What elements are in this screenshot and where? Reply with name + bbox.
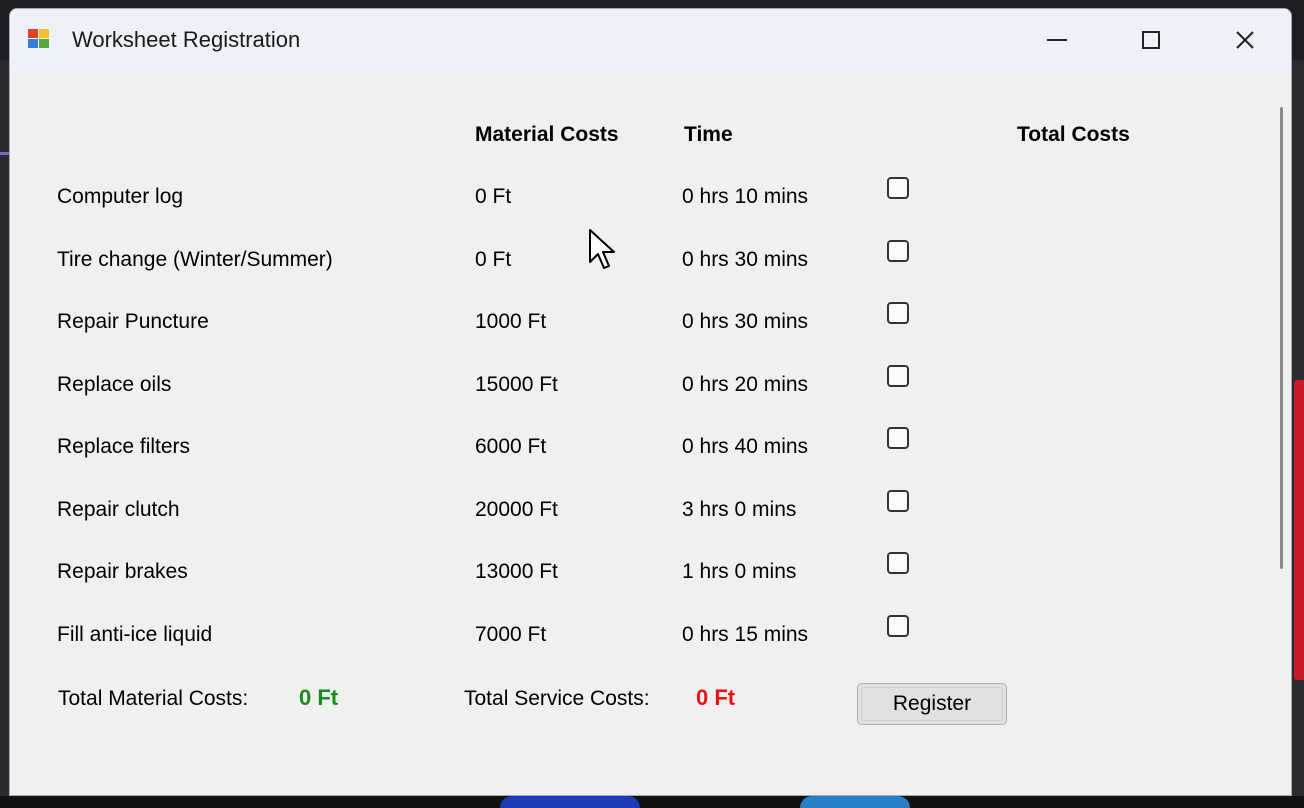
service-time: 0 hrs 20 mins <box>682 373 809 396</box>
service-material-cost: 7000 Ft <box>475 623 547 646</box>
service-name: Repair clutch <box>57 498 180 521</box>
register-button-label: Register <box>892 692 972 715</box>
service-material-cost: 20000 Ft <box>475 498 558 521</box>
window-title: Worksheet Registration <box>72 27 301 52</box>
service-name: Tire change (Winter/Summer) <box>57 248 333 271</box>
background-red-element <box>1294 380 1304 680</box>
service-checkbox[interactable] <box>887 552 909 574</box>
title-bar[interactable]: Worksheet Registration <box>10 9 1291 71</box>
scrollbar-thumb[interactable] <box>1280 107 1283 569</box>
app-form-icon <box>28 29 50 49</box>
minimize-icon <box>1047 39 1067 41</box>
service-name: Replace filters <box>57 435 191 458</box>
service-material-cost: 1000 Ft <box>475 310 547 333</box>
service-time: 3 hrs 0 mins <box>682 498 797 521</box>
service-name: Repair Puncture <box>57 310 209 333</box>
total-service-costs-value: 0 Ft <box>696 685 736 710</box>
service-time: 1 hrs 0 mins <box>682 560 797 583</box>
service-checkbox[interactable] <box>887 240 909 262</box>
worksheet-registration-window: Worksheet Registration Material Costs Ti… <box>9 8 1292 796</box>
service-material-cost: 6000 Ft <box>475 435 547 458</box>
service-checkbox[interactable] <box>887 365 909 387</box>
service-checkbox[interactable] <box>887 177 909 199</box>
service-time: 0 hrs 10 mins <box>682 185 809 208</box>
service-material-cost: 0 Ft <box>475 248 512 271</box>
service-name: Replace oils <box>57 373 172 396</box>
service-time: 0 hrs 30 mins <box>682 248 809 271</box>
header-time: Time <box>684 123 733 146</box>
maximize-icon <box>1142 31 1160 49</box>
service-checkbox[interactable] <box>887 490 909 512</box>
desktop-background: Worksheet Registration Material Costs Ti… <box>0 0 1304 808</box>
total-material-costs-label: Total Material Costs: <box>58 687 249 710</box>
service-time: 0 hrs 15 mins <box>682 623 809 646</box>
minimize-button[interactable] <box>1022 17 1092 63</box>
service-time: 0 hrs 40 mins <box>682 435 809 458</box>
mouse-pointer-icon <box>589 229 615 269</box>
service-name: Computer log <box>57 185 184 208</box>
service-material-cost: 0 Ft <box>475 185 512 208</box>
service-name: Fill anti-ice liquid <box>57 623 213 646</box>
service-name: Repair brakes <box>57 560 188 583</box>
total-material-costs-value: 0 Ft <box>299 685 339 710</box>
total-service-costs-label: Total Service Costs: <box>464 687 650 710</box>
service-material-cost: 13000 Ft <box>475 560 558 583</box>
register-button[interactable]: Register <box>857 683 1007 725</box>
maximize-button[interactable] <box>1116 17 1186 63</box>
background-blue-shape <box>500 796 640 808</box>
background-bottom <box>0 796 1304 808</box>
form-client-area: Material Costs Time Total Costs Computer… <box>10 71 1291 795</box>
service-checkbox[interactable] <box>887 302 909 324</box>
header-material-costs: Material Costs <box>475 123 619 146</box>
service-time: 0 hrs 30 mins <box>682 310 809 333</box>
service-checkbox[interactable] <box>887 615 909 637</box>
header-total-costs: Total Costs <box>1017 123 1130 146</box>
close-button[interactable] <box>1210 17 1280 63</box>
close-icon <box>1236 31 1254 49</box>
background-lightblue-shape <box>800 796 910 808</box>
service-checkbox[interactable] <box>887 427 909 449</box>
service-material-cost: 15000 Ft <box>475 373 558 396</box>
